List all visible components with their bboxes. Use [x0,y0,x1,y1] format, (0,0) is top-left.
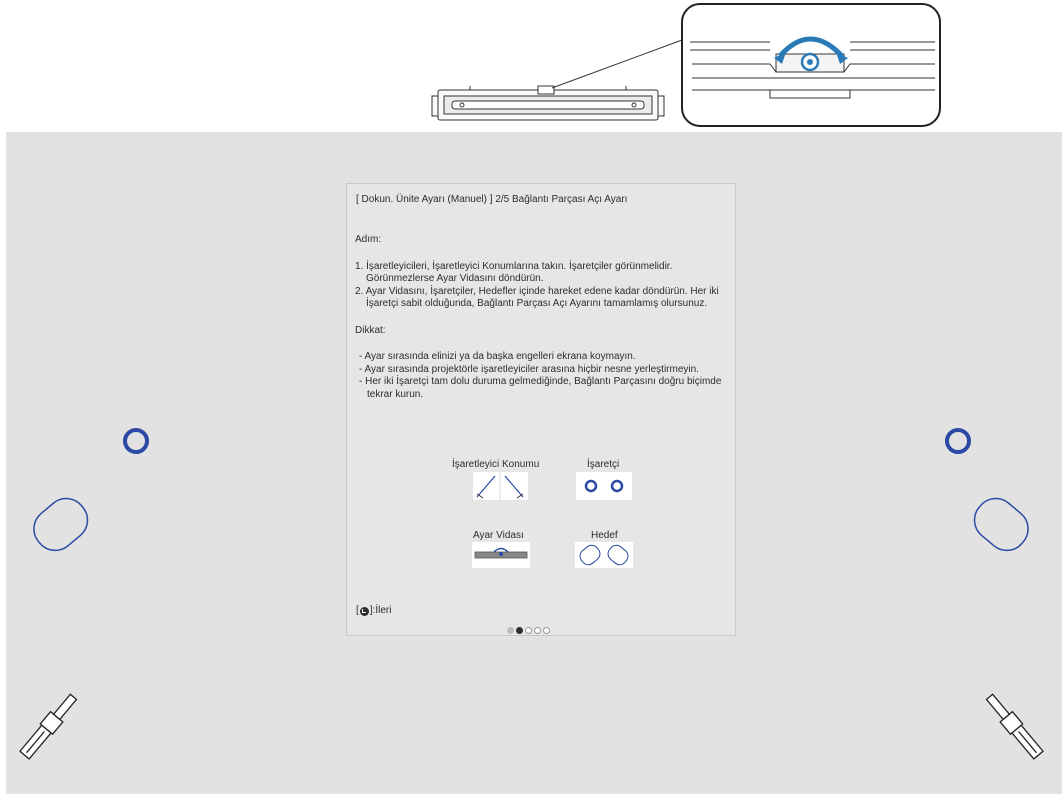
notice-heading: Dikkat: [355,324,386,336]
enter-button-icon [359,606,369,616]
dialog-body: Adım: 1. İşaretleyicileri, İşaretleyici … [355,234,725,401]
next-hint: [ ]:İleri [356,605,391,618]
adjust-screw-label: Ayar Vidası [473,530,524,541]
target-image [575,542,633,568]
notice-item: - Ayar sırasında elinizi ya da başka eng… [359,351,636,362]
notice-item: - Her iki İşaretçi tam dolu duruma gelme… [359,376,722,400]
marker-icon [19,693,78,760]
pointer-circle-icon [123,428,149,454]
bracket-left: [ [356,605,359,616]
notice-item: - Ayar sırasında projektörle işaretleyic… [359,363,699,375]
next-label: ]:İleri [369,605,392,616]
step-item: 2. Ayar Vidasını, İşaretçiler, Hedefler … [355,285,719,310]
device-illustration-area [0,0,1062,132]
bracket-small-icon [431,85,665,121]
target-icon [33,497,89,552]
step-list: 1. İşaretleyicileri, İşaretleyici Konuml… [355,261,725,311]
step-item: 1. İşaretleyicileri, İşaretleyici Konuml… [355,260,673,285]
page-indicator [507,627,550,634]
page-dot [516,627,523,634]
page-dot [534,627,541,634]
marker-position-image [473,472,528,500]
step-heading: Adım: [355,234,382,245]
marker-icon [985,693,1044,760]
callout-line [551,39,683,89]
notice-list: - Ayar sırasında elinizi ya da başka eng… [355,351,725,401]
target-label: Hedef [591,530,618,541]
dialog-title: [ Dokun. Ünite Ayarı (Manuel) ] 2/5 Bağl… [356,194,628,205]
bracket-zoom-callout [681,3,941,127]
page-dot [507,627,514,634]
pointer-circle-icon [945,428,971,454]
pointer-label: İşaretçi [587,459,620,470]
adjust-screw-image [472,542,530,568]
mounting-bracket-illustration [431,3,941,127]
page-dot [525,627,532,634]
pointer-image [576,472,632,500]
marker-position-label: İşaretleyici Konumu [452,459,540,470]
target-icon [973,497,1029,552]
attachment-angle-dialog: [ Dokun. Ünite Ayarı (Manuel) ] 2/5 Bağl… [346,183,736,636]
page-dot [543,627,550,634]
